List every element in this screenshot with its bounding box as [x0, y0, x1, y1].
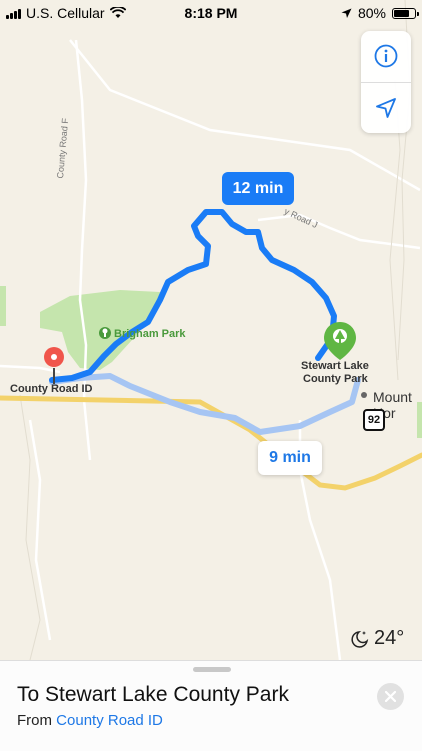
battery-icon: [392, 7, 419, 19]
highway-shield: 92: [363, 409, 385, 431]
moon-stars-icon: [351, 630, 369, 648]
close-button[interactable]: [377, 683, 404, 710]
map-controls: [361, 31, 411, 133]
from-prefix: From: [17, 712, 52, 729]
temperature: 24°: [374, 627, 405, 649]
origin-label: County Road ID: [10, 383, 93, 395]
location-arrow-icon: [376, 98, 396, 118]
info-icon: [374, 44, 398, 68]
sheet-grabber[interactable]: [193, 667, 231, 672]
destination-title: To Stewart Lake County Park: [17, 683, 289, 706]
location-arrow-icon: [341, 8, 352, 18]
town-dot-icon: [361, 392, 367, 398]
from-line: From County Road ID: [17, 712, 163, 729]
alt-route-time-callout[interactable]: 9 min: [258, 441, 322, 475]
status-bar: U.S. Cellular 8:18 PM 80%: [0, 0, 422, 26]
from-place-link[interactable]: County Road ID: [56, 712, 163, 729]
park-icon: [99, 327, 111, 339]
locate-me-button[interactable]: [361, 83, 411, 133]
close-icon: [385, 691, 396, 702]
weather-indicator: 24°: [350, 627, 404, 650]
destination-label-line1: Stewart Lake: [301, 360, 369, 372]
directions-sheet[interactable]: To Stewart Lake County Park From County …: [0, 660, 422, 751]
battery-fill: [394, 9, 409, 17]
destination-label-line2: County Park: [303, 373, 368, 385]
info-button[interactable]: [361, 31, 411, 81]
main-route-time-callout[interactable]: 12 min: [222, 172, 294, 205]
battery-percent: 80%: [357, 5, 386, 21]
park-label: Brigham Park: [114, 328, 186, 340]
park-area-left: [0, 286, 6, 326]
